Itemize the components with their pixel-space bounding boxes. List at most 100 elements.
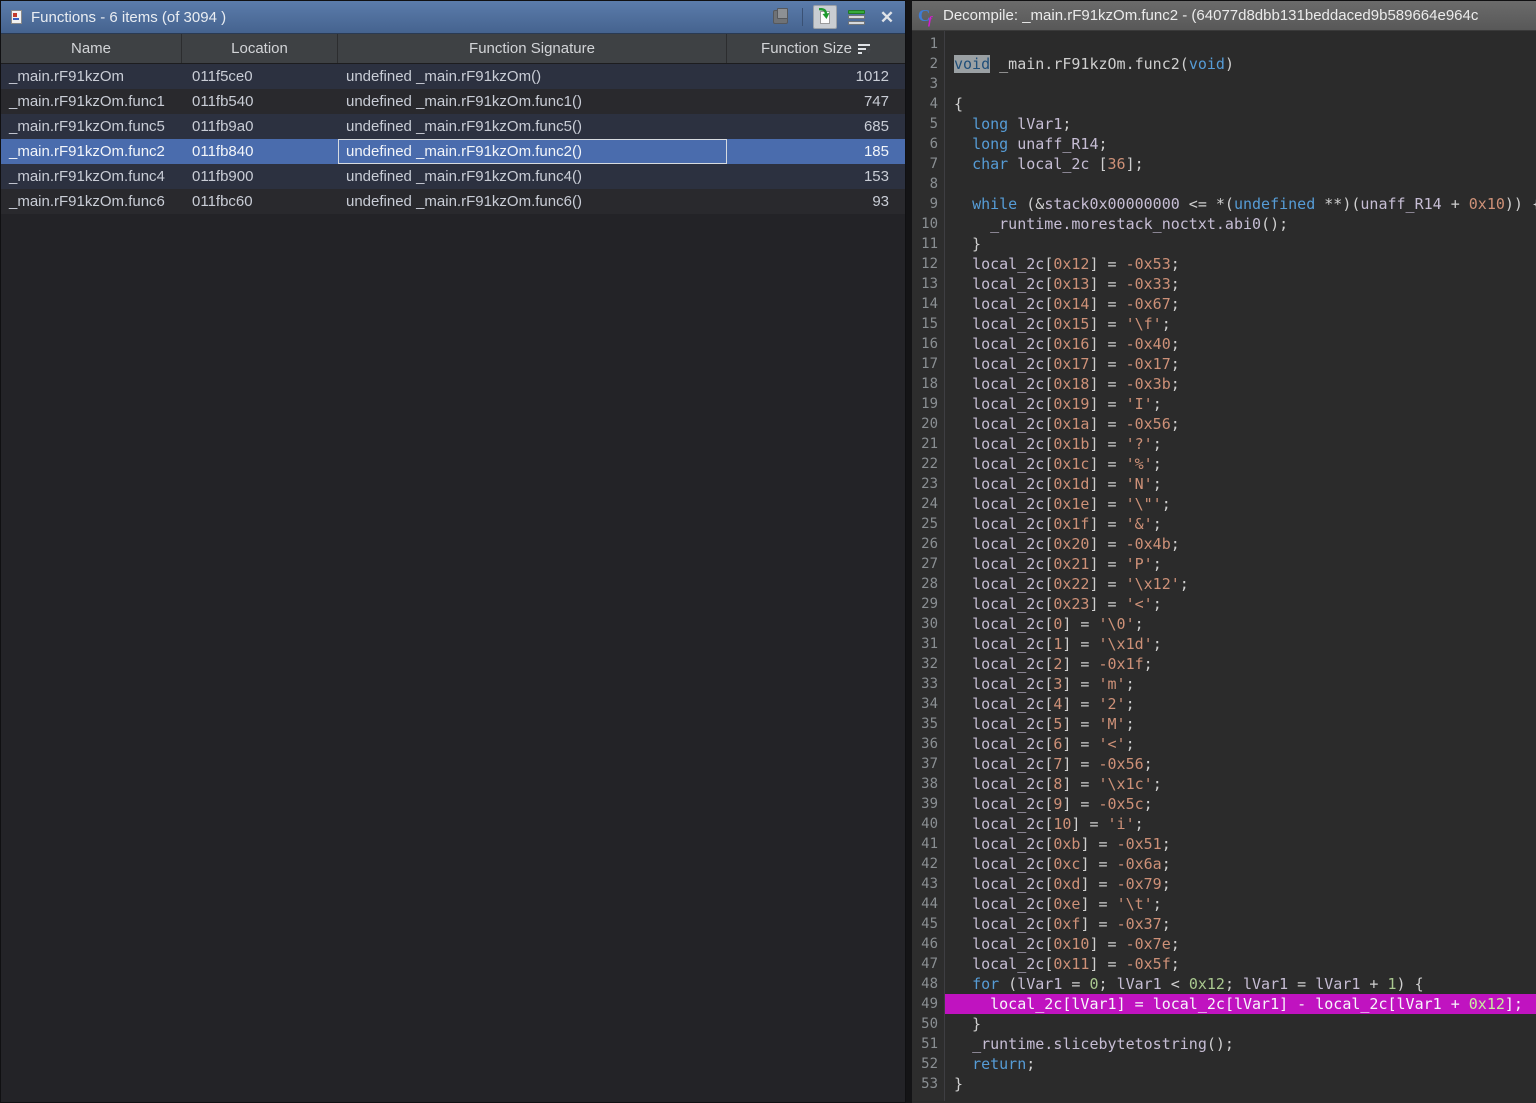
code-text[interactable]: local_2c[0xb] = -0x51; <box>945 834 1536 854</box>
code-text[interactable]: local_2c[0xd] = -0x79; <box>945 874 1536 894</box>
code-line[interactable]: 1 <box>912 34 1536 54</box>
cell-size[interactable]: 747 <box>727 89 905 114</box>
code-text[interactable]: local_2c[0x17] = -0x17; <box>945 354 1536 374</box>
stacked-rows-icon[interactable] <box>844 5 868 29</box>
code-line[interactable]: 45 local_2c[0xf] = -0x37; <box>912 914 1536 934</box>
code-text[interactable]: local_2c[0xe] = '\t'; <box>945 894 1536 914</box>
code-line[interactable]: 47 local_2c[0x11] = -0x5f; <box>912 954 1536 974</box>
code-line[interactable]: 37 local_2c[7] = -0x56; <box>912 754 1536 774</box>
code-text[interactable]: local_2c[7] = -0x56; <box>945 754 1536 774</box>
code-line[interactable]: 4{ <box>912 94 1536 114</box>
code-line[interactable]: 5 long lVar1; <box>912 114 1536 134</box>
code-text[interactable]: local_2c[0xf] = -0x37; <box>945 914 1536 934</box>
cell-size[interactable]: 185 <box>727 139 905 164</box>
cell-location[interactable]: 011fbc60 <box>182 189 338 214</box>
code-line[interactable]: 23 local_2c[0x1d] = 'N'; <box>912 474 1536 494</box>
code-text[interactable] <box>945 74 1536 94</box>
code-text[interactable]: local_2c[0] = '\0'; <box>945 614 1536 634</box>
code-text[interactable]: local_2c[0x12] = -0x53; <box>945 254 1536 274</box>
code-text[interactable]: local_2c[0x16] = -0x40; <box>945 334 1536 354</box>
code-text[interactable]: local_2c[9] = -0x5c; <box>945 794 1536 814</box>
code-text[interactable]: local_2c[0x1d] = 'N'; <box>945 474 1536 494</box>
close-icon[interactable]: ✕ <box>875 5 899 29</box>
code-text[interactable]: local_2c[0xc] = -0x6a; <box>945 854 1536 874</box>
table-row[interactable]: _main.rF91kzOm.func2011fb840undefined _m… <box>1 139 905 164</box>
code-text[interactable]: local_2c[0x10] = -0x7e; <box>945 934 1536 954</box>
code-text[interactable]: void _main.rF91kzOm.func2(void) <box>945 54 1536 74</box>
code-line[interactable]: 18 local_2c[0x18] = -0x3b; <box>912 374 1536 394</box>
code-text[interactable]: local_2c[0x11] = -0x5f; <box>945 954 1536 974</box>
code-line[interactable]: 29 local_2c[0x23] = '<'; <box>912 594 1536 614</box>
code-line[interactable]: 20 local_2c[0x1a] = -0x56; <box>912 414 1536 434</box>
code-line[interactable]: 21 local_2c[0x1b] = '?'; <box>912 434 1536 454</box>
code-line[interactable]: 48 for (lVar1 = 0; lVar1 < 0x12; lVar1 =… <box>912 974 1536 994</box>
code-line[interactable]: 53} <box>912 1074 1536 1094</box>
code-line[interactable]: 7 char local_2c [36]; <box>912 154 1536 174</box>
code-line[interactable]: 33 local_2c[3] = 'm'; <box>912 674 1536 694</box>
code-text[interactable]: local_2c[8] = '\x1c'; <box>945 774 1536 794</box>
code-line[interactable]: 15 local_2c[0x15] = '\f'; <box>912 314 1536 334</box>
code-text[interactable] <box>945 174 1536 194</box>
code-line[interactable]: 31 local_2c[1] = '\x1d'; <box>912 634 1536 654</box>
cell-name[interactable]: _main.rF91kzOm.func2 <box>1 139 182 164</box>
code-text[interactable]: local_2c[0x23] = '<'; <box>945 594 1536 614</box>
copy-icon[interactable] <box>768 5 792 29</box>
code-line[interactable]: 52 return; <box>912 1054 1536 1074</box>
cell-signature[interactable]: undefined _main.rF91kzOm() <box>338 64 727 89</box>
code-line[interactable]: 51 _runtime.slicebytetostring(); <box>912 1034 1536 1054</box>
code-line[interactable]: 8 <box>912 174 1536 194</box>
column-header-name[interactable]: Name <box>1 34 182 63</box>
code-line[interactable]: 34 local_2c[4] = '2'; <box>912 694 1536 714</box>
cell-size[interactable]: 1012 <box>727 64 905 89</box>
code-text[interactable]: } <box>945 1014 1536 1034</box>
code-line[interactable]: 25 local_2c[0x1f] = '&'; <box>912 514 1536 534</box>
code-text[interactable]: } <box>945 1074 1536 1094</box>
code-text[interactable]: local_2c[0x1e] = '\"'; <box>945 494 1536 514</box>
code-text[interactable]: local_2c[0x1c] = '%'; <box>945 454 1536 474</box>
code-text[interactable]: local_2c[0x14] = -0x67; <box>945 294 1536 314</box>
code-line[interactable]: 35 local_2c[5] = 'M'; <box>912 714 1536 734</box>
code-text[interactable]: { <box>945 94 1536 114</box>
code-line[interactable]: 9 while (&stack0x00000000 <= *(undefined… <box>912 194 1536 214</box>
code-text[interactable]: local_2c[0x1b] = '?'; <box>945 434 1536 454</box>
cell-name[interactable]: _main.rF91kzOm.func6 <box>1 189 182 214</box>
cell-signature[interactable]: undefined _main.rF91kzOm.func5() <box>338 114 727 139</box>
code-line[interactable]: 50 } <box>912 1014 1536 1034</box>
code-text[interactable]: local_2c[4] = '2'; <box>945 694 1536 714</box>
code-text[interactable]: local_2c[0x1a] = -0x56; <box>945 414 1536 434</box>
code-line[interactable]: 14 local_2c[0x14] = -0x67; <box>912 294 1536 314</box>
cell-location[interactable]: 011fb9a0 <box>182 114 338 139</box>
column-header-signature[interactable]: Function Signature <box>338 34 727 63</box>
cell-signature[interactable]: undefined _main.rF91kzOm.func2() <box>338 139 727 164</box>
code-text[interactable]: local_2c[0x22] = '\x12'; <box>945 574 1536 594</box>
table-row[interactable]: _main.rF91kzOm.func4011fb900undefined _m… <box>1 164 905 189</box>
code-text[interactable]: } <box>945 234 1536 254</box>
document-green-arrow-icon[interactable] <box>813 5 837 29</box>
cell-location[interactable]: 011fb840 <box>182 139 338 164</box>
table-row[interactable]: _main.rF91kzOm.func1011fb540undefined _m… <box>1 89 905 114</box>
code-line[interactable]: 38 local_2c[8] = '\x1c'; <box>912 774 1536 794</box>
code-line[interactable]: 19 local_2c[0x19] = 'I'; <box>912 394 1536 414</box>
code-text[interactable]: _runtime.morestack_noctxt.abi0(); <box>945 214 1536 234</box>
code-line[interactable]: 32 local_2c[2] = -0x1f; <box>912 654 1536 674</box>
code-line[interactable]: 27 local_2c[0x21] = 'P'; <box>912 554 1536 574</box>
code-line[interactable]: 39 local_2c[9] = -0x5c; <box>912 794 1536 814</box>
code-line[interactable]: 46 local_2c[0x10] = -0x7e; <box>912 934 1536 954</box>
code-text[interactable]: long lVar1; <box>945 114 1536 134</box>
code-line[interactable]: 41 local_2c[0xb] = -0x51; <box>912 834 1536 854</box>
cell-location[interactable]: 011fb540 <box>182 89 338 114</box>
cell-name[interactable]: _main.rF91kzOm <box>1 64 182 89</box>
cell-size[interactable]: 93 <box>727 189 905 214</box>
cell-size[interactable]: 153 <box>727 164 905 189</box>
code-text[interactable]: local_2c[3] = 'm'; <box>945 674 1536 694</box>
table-row[interactable]: _main.rF91kzOm.func5011fb9a0undefined _m… <box>1 114 905 139</box>
cell-size[interactable]: 685 <box>727 114 905 139</box>
code-line[interactable]: 3 <box>912 74 1536 94</box>
code-line[interactable]: 6 long unaff_R14; <box>912 134 1536 154</box>
code-line[interactable]: 44 local_2c[0xe] = '\t'; <box>912 894 1536 914</box>
code-line[interactable]: 17 local_2c[0x17] = -0x17; <box>912 354 1536 374</box>
code-line[interactable]: 22 local_2c[0x1c] = '%'; <box>912 454 1536 474</box>
code-text[interactable]: local_2c[0x18] = -0x3b; <box>945 374 1536 394</box>
cell-name[interactable]: _main.rF91kzOm.func5 <box>1 114 182 139</box>
code-line[interactable]: 13 local_2c[0x13] = -0x33; <box>912 274 1536 294</box>
